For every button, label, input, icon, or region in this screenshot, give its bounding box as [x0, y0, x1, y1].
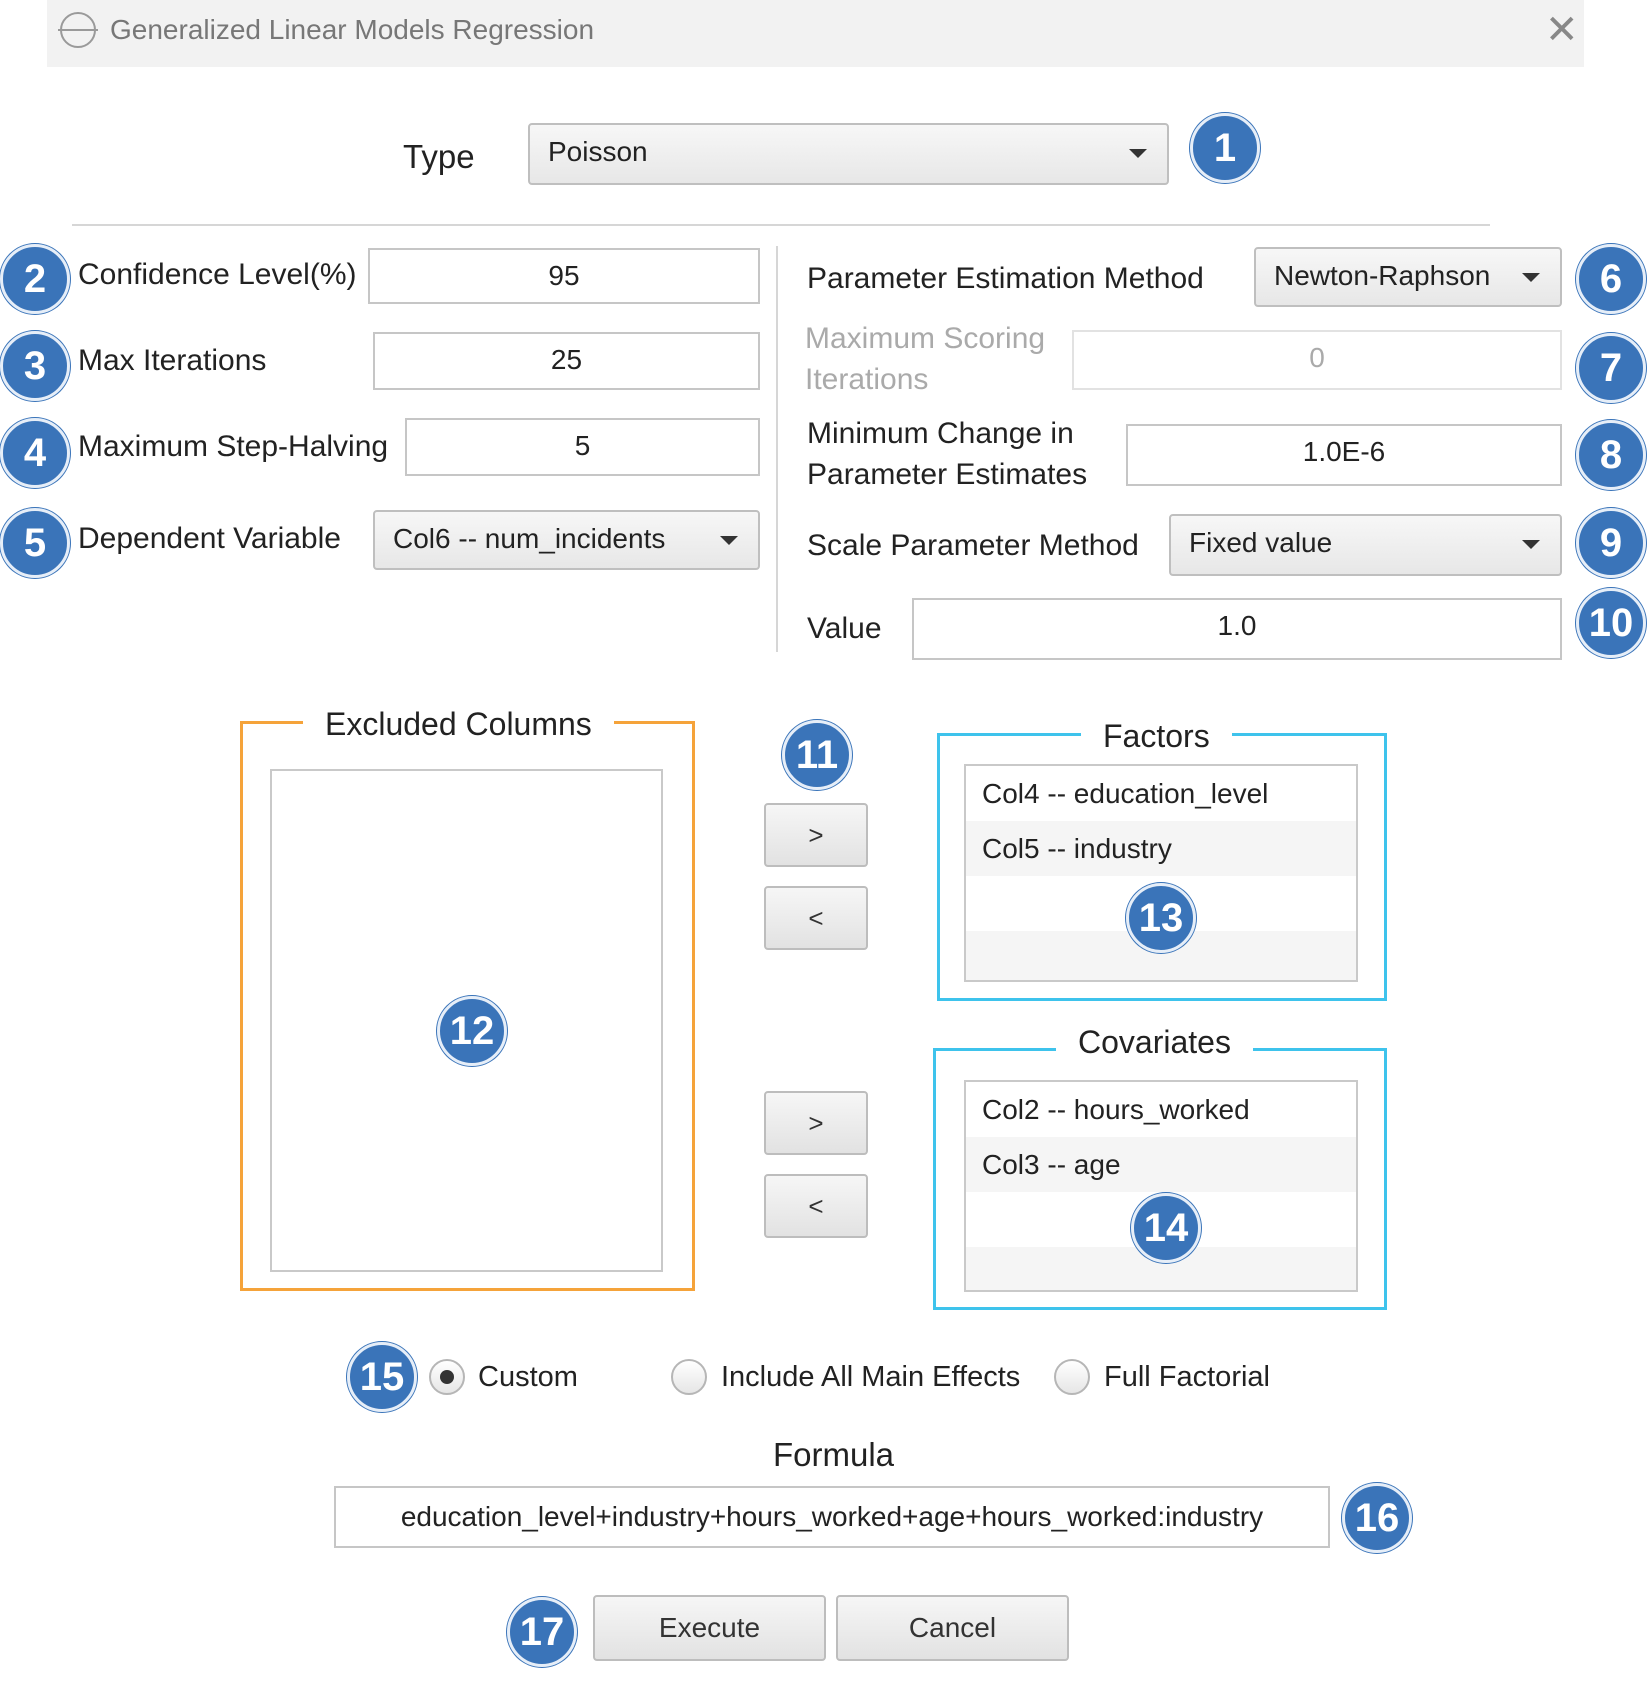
max-scoring-label-line2: Iterations: [805, 363, 929, 396]
badge-6: 6: [1576, 244, 1646, 314]
close-icon[interactable]: ✕: [1545, 8, 1579, 52]
main-effects-label[interactable]: Include All Main Effects: [721, 1361, 1020, 1394]
badge-2: 2: [0, 244, 70, 314]
divider-vertical: [776, 246, 778, 652]
param-estimation-value: Newton-Raphson: [1274, 260, 1491, 291]
chevron-down-icon: [1129, 149, 1147, 158]
chevron-down-icon: [1522, 273, 1540, 282]
type-select-value: Poisson: [548, 136, 648, 167]
dependent-variable-value: Col6 -- num_incidents: [393, 523, 666, 554]
list-item[interactable]: Col3 -- age: [966, 1137, 1356, 1192]
full-factorial-radio[interactable]: [1054, 1359, 1090, 1395]
custom-label[interactable]: Custom: [478, 1361, 578, 1394]
scale-method-select[interactable]: Fixed value: [1169, 514, 1562, 576]
main-effects-radio[interactable]: [671, 1359, 707, 1395]
badge-3: 3: [0, 331, 70, 401]
param-estimation-select[interactable]: Newton-Raphson: [1254, 247, 1562, 307]
formula-input[interactable]: education_level+industry+hours_worked+ag…: [334, 1486, 1330, 1548]
badge-1: 1: [1190, 113, 1260, 183]
dependent-variable-select[interactable]: Col6 -- num_incidents: [373, 510, 760, 570]
max-iterations-label: Max Iterations: [78, 344, 267, 377]
type-label: Type: [403, 138, 475, 175]
scale-method-value: Fixed value: [1189, 527, 1333, 558]
max-scoring-label-line1: Maximum Scoring: [805, 322, 1046, 355]
param-estimation-label: Parameter Estimation Method: [807, 262, 1204, 295]
covariates-title: Covariates: [1056, 1024, 1253, 1061]
custom-radio[interactable]: [429, 1359, 465, 1395]
formula-label: Formula: [773, 1436, 895, 1473]
chevron-down-icon: [720, 536, 738, 545]
list-item[interactable]: Col2 -- hours_worked: [966, 1082, 1356, 1137]
max-step-halving-input[interactable]: 5: [405, 418, 760, 476]
badge-7: 7: [1576, 333, 1646, 403]
max-step-halving-label: Maximum Step-Halving: [78, 430, 389, 463]
value-label: Value: [807, 612, 882, 645]
full-factorial-label[interactable]: Full Factorial: [1104, 1361, 1270, 1394]
factors-title: Factors: [1081, 718, 1232, 755]
badge-9: 9: [1576, 508, 1646, 578]
badge-15: 15: [347, 1342, 417, 1412]
min-change-input[interactable]: 1.0E-6: [1126, 424, 1562, 486]
min-change-label-line2: Parameter Estimates: [807, 458, 1088, 491]
chevron-down-icon: [1522, 540, 1540, 549]
max-scoring-input: 0: [1072, 330, 1562, 390]
add-covariate-button[interactable]: >: [764, 1091, 868, 1155]
excluded-columns-title: Excluded Columns: [303, 706, 614, 743]
badge-13: 13: [1126, 883, 1196, 953]
max-iterations-input[interactable]: 25: [373, 332, 760, 390]
badge-5: 5: [0, 508, 70, 578]
scale-method-label: Scale Parameter Method: [807, 529, 1139, 562]
badge-8: 8: [1576, 420, 1646, 490]
badge-14: 14: [1131, 1193, 1201, 1263]
app-icon: [58, 12, 98, 48]
cancel-button[interactable]: Cancel: [836, 1595, 1069, 1661]
confidence-level-label: Confidence Level(%): [78, 258, 357, 291]
execute-button[interactable]: Execute: [593, 1595, 826, 1661]
badge-16: 16: [1342, 1483, 1412, 1553]
badge-17: 17: [507, 1597, 577, 1667]
badge-12: 12: [437, 996, 507, 1066]
add-factor-button[interactable]: >: [764, 803, 868, 867]
remove-covariate-button[interactable]: <: [764, 1174, 868, 1238]
window-title: Generalized Linear Models Regression: [110, 14, 595, 45]
remove-factor-button[interactable]: <: [764, 886, 868, 950]
badge-4: 4: [0, 418, 70, 488]
list-item[interactable]: Col5 -- industry: [966, 821, 1356, 876]
badge-10: 10: [1576, 588, 1646, 658]
confidence-level-input[interactable]: 95: [368, 248, 760, 304]
value-input[interactable]: 1.0: [912, 598, 1562, 660]
type-select[interactable]: Poisson: [528, 123, 1169, 185]
list-item[interactable]: Col4 -- education_level: [966, 766, 1356, 821]
badge-11: 11: [782, 720, 852, 790]
min-change-label-line1: Minimum Change in: [807, 417, 1074, 450]
divider-horizontal: [72, 224, 1490, 226]
dependent-variable-label: Dependent Variable: [78, 522, 341, 555]
